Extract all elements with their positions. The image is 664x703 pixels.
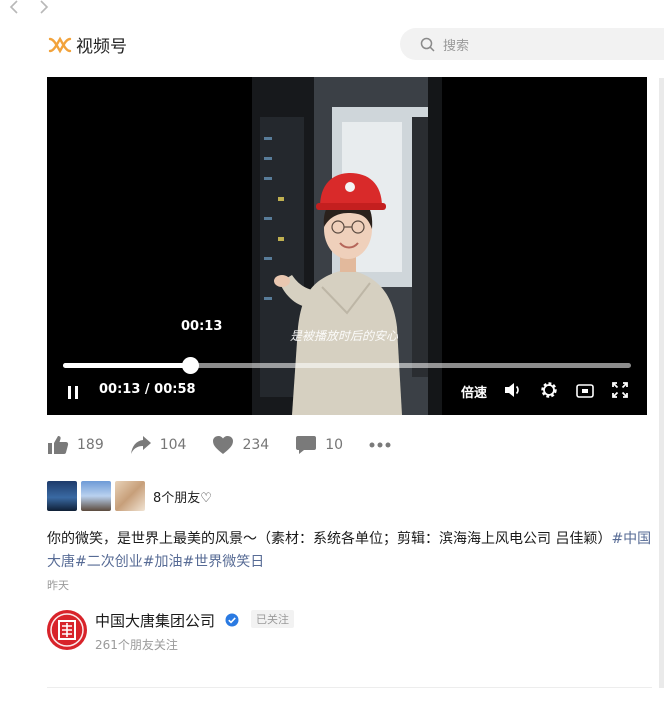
hashtag-link[interactable]: #加油 [143, 554, 183, 570]
app-logo[interactable]: 视频号 [48, 32, 127, 57]
hover-time-label: 00:13 [181, 319, 223, 334]
picture-in-picture-icon[interactable] [576, 383, 594, 402]
settings-gear-icon[interactable] [540, 381, 558, 403]
post-text: 你的微笑，是世界上最美的风景～（素材：系统各单位；剪辑：滨海海上风电公司 吕佳颖… [47, 531, 612, 547]
heart-button[interactable]: 234 [212, 435, 269, 455]
search-bar[interactable]: 搜索 [400, 28, 664, 60]
adjacent-panel-edge [659, 78, 664, 688]
divider [47, 687, 652, 688]
app-name: 视频号 [76, 37, 127, 57]
author-avatar[interactable] [47, 610, 87, 650]
action-bar: 189 104 234 10 [47, 430, 417, 460]
post-description: 你的微笑，是世界上最美的风景～（素材：系统各单位；剪辑：滨海海上风电公司 吕佳颖… [47, 528, 652, 574]
search-input[interactable]: 搜索 [443, 35, 469, 54]
heart-count: 234 [242, 437, 270, 453]
like-count: 189 [77, 437, 104, 453]
fullscreen-icon[interactable] [612, 382, 628, 402]
more-button[interactable] [369, 442, 391, 448]
friends-like-text: 8个朋友♡ [153, 490, 212, 506]
hashtag-link[interactable]: #世界微笑日 [182, 554, 264, 570]
follow-status-button[interactable]: 已关注 [251, 610, 294, 628]
heart-icon [213, 436, 234, 454]
like-button[interactable]: 189 [47, 435, 104, 455]
progress-bar[interactable] [63, 357, 631, 374]
pause-icon[interactable] [67, 384, 79, 403]
verified-badge-icon [225, 612, 239, 631]
author-name[interactable]: 中国大唐集团公司 [95, 610, 215, 631]
time-display: 00:13 / 00:58 [99, 382, 196, 397]
friend-avatar [47, 481, 77, 511]
progress-fill [63, 363, 191, 368]
comment-count: 10 [325, 437, 344, 453]
back-icon[interactable] [6, 0, 22, 16]
post-date: 昨天 [47, 579, 69, 592]
video-subtitle: 是被播放时后的安心 [290, 329, 399, 343]
share-count: 104 [159, 437, 187, 453]
search-icon [420, 37, 435, 52]
share-arrow-icon [130, 436, 151, 454]
friends-row[interactable]: 8个朋友♡ [47, 481, 212, 511]
more-dots-icon [369, 442, 391, 448]
share-button[interactable]: 104 [130, 435, 187, 455]
comment-icon [296, 436, 317, 454]
friend-avatar [81, 481, 111, 511]
forward-icon[interactable] [36, 0, 52, 16]
progress-knob[interactable] [182, 357, 200, 374]
video-player[interactable]: 00:13 是被播放时后的安心 00:13 / 00:58 倍速 [47, 77, 647, 415]
comment-button[interactable]: 10 [295, 435, 343, 455]
speed-button[interactable]: 倍速 [461, 382, 487, 401]
channels-logo-icon [48, 36, 72, 53]
thumbs-up-icon [48, 436, 69, 454]
hashtag-link[interactable]: #二次创业 [75, 554, 143, 570]
follower-count: 261个朋友关注 [95, 638, 178, 652]
friend-avatar [115, 481, 145, 511]
volume-icon[interactable] [504, 382, 522, 402]
